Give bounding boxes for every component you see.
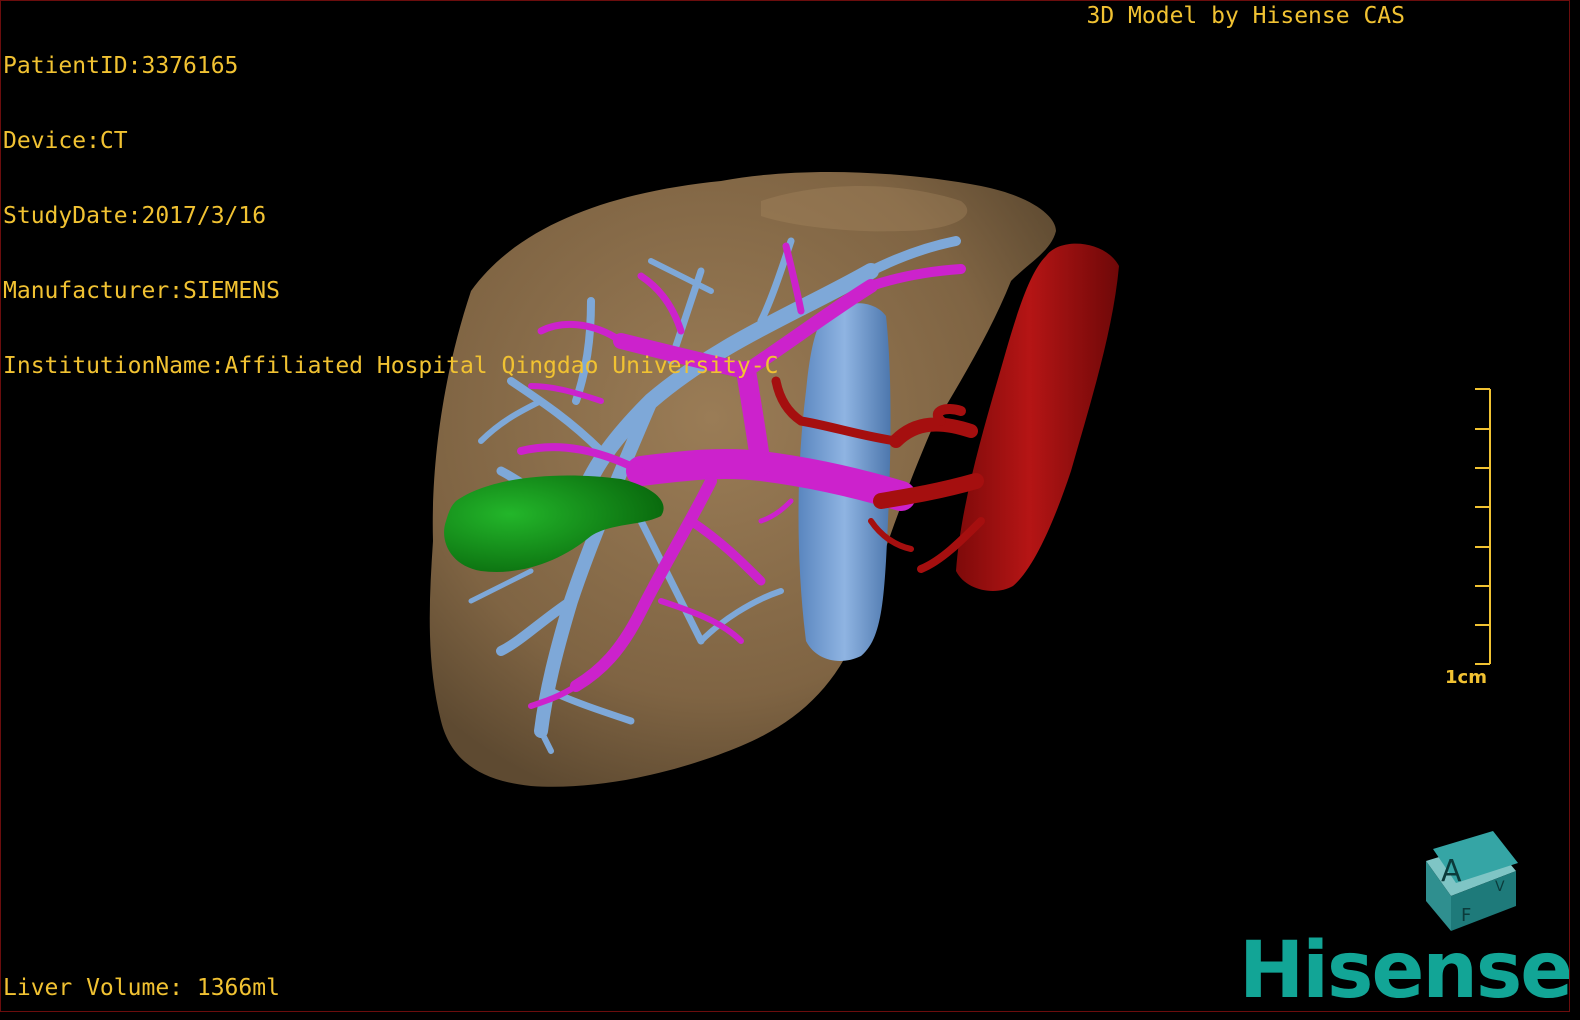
liver-volume-readout: Liver Volume: 1366ml xyxy=(3,975,280,1001)
model-credit: 3D Model by Hisense CAS xyxy=(1086,3,1406,29)
cube-face-side: V xyxy=(1495,879,1505,895)
patient-id-label: PatientID:3376165 xyxy=(3,53,239,79)
scale-bar-label: 1cm xyxy=(1445,667,1487,688)
hisense-logo: Hisense xyxy=(1239,926,1570,1012)
manufacturer-label: Manufacturer:SIEMENS xyxy=(3,278,280,304)
cube-face-bottom: F xyxy=(1461,905,1471,926)
scale-bar xyxy=(1475,388,1491,665)
institution-label: InstitutionName:Affiliated Hospital Qing… xyxy=(3,353,779,379)
viewer-frame: 1cm A F V Hisense PatientID:3376165 Devi… xyxy=(0,0,1570,1012)
dicom-info-overlay: PatientID:3376165 Device:CT StudyDate:20… xyxy=(3,4,778,429)
study-date-label: StudyDate:2017/3/16 xyxy=(3,203,267,229)
cube-face-front: A xyxy=(1441,854,1462,889)
orientation-cube-icon[interactable]: A F V xyxy=(1426,831,1518,931)
device-label: Device:CT xyxy=(3,128,128,154)
